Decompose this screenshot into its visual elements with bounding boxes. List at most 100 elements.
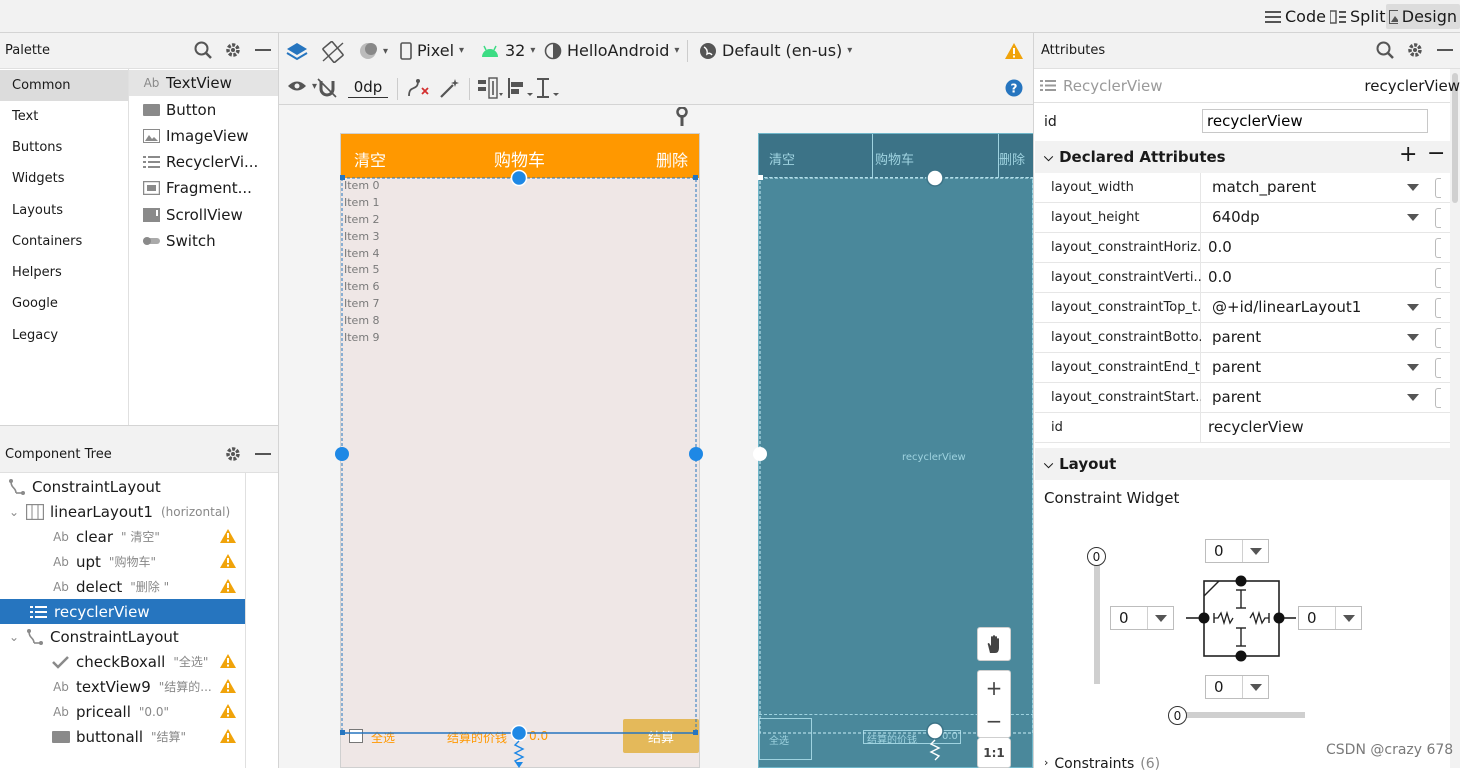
- tree-node-textview9[interactable]: Ab textView9 "结算的...: [0, 674, 245, 699]
- minimize-icon[interactable]: [1436, 41, 1454, 59]
- device-dropdown[interactable]: Pixel ▾: [400, 41, 464, 60]
- zoom-actual-size-button[interactable]: 1:1: [977, 738, 1011, 768]
- attr-row-constraint-start[interactable]: layout_constraintStart... parent: [1035, 383, 1450, 413]
- attr-value[interactable]: @+id/linearLayout1: [1212, 298, 1361, 316]
- search-icon[interactable]: [194, 41, 212, 59]
- chevron-down-icon[interactable]: [1407, 364, 1419, 371]
- attr-value[interactable]: 0.0: [1208, 238, 1232, 256]
- attr-row-vertical-bias[interactable]: layout_constraintVerti... 0.0: [1035, 263, 1450, 293]
- selection-overlay[interactable]: [335, 169, 706, 768]
- tree-node-linearlayout1[interactable]: ⌄ linearLayout1 (horizontal): [0, 499, 245, 524]
- resource-picker-icon[interactable]: [1435, 358, 1441, 378]
- view-options-button[interactable]: ▾: [287, 79, 317, 93]
- gear-icon[interactable]: [224, 41, 242, 59]
- clear-button[interactable]: 清空: [354, 147, 386, 171]
- magnet-off-icon[interactable]: [317, 78, 337, 98]
- tree-node-delect[interactable]: Ab delect "删除 ": [0, 574, 245, 599]
- zoom-in-button[interactable]: +: [986, 676, 1003, 700]
- add-attribute-button[interactable]: +: [1399, 142, 1417, 167]
- attributes-scrollbar[interactable]: [1450, 69, 1460, 768]
- magic-wand-icon[interactable]: [439, 77, 461, 99]
- theme-dropdown[interactable]: HelloAndroid ▾: [544, 41, 679, 60]
- margin-top-spinner[interactable]: 0: [1205, 539, 1269, 563]
- split-mode-button[interactable]: Split: [1327, 4, 1388, 29]
- tree-node-clear[interactable]: Ab clear " 清空": [0, 524, 245, 549]
- chevron-down-icon[interactable]: [1407, 304, 1419, 311]
- resource-picker-icon[interactable]: [1435, 178, 1441, 198]
- tree-node-priceall[interactable]: Ab priceall "0.0": [0, 699, 245, 724]
- palette-category-common[interactable]: Common: [0, 70, 128, 101]
- attr-row-horizontal-bias[interactable]: layout_constraintHoriz... 0.0: [1035, 233, 1450, 263]
- horizontal-bias-handle[interactable]: 0: [1168, 706, 1187, 725]
- warning-icon[interactable]: [219, 553, 237, 569]
- warning-icon[interactable]: [219, 728, 237, 744]
- resource-picker-icon[interactable]: [1435, 388, 1441, 408]
- palette-widget-button[interactable]: Button: [129, 97, 278, 123]
- chevron-down-icon[interactable]: [1407, 184, 1419, 191]
- resource-picker-icon[interactable]: [1435, 328, 1441, 348]
- splitter[interactable]: [0, 425, 278, 437]
- delete-button[interactable]: 删除: [656, 147, 688, 171]
- constraint-box-diagram[interactable]: [1186, 566, 1296, 676]
- tree-node-recyclerview[interactable]: recyclerView: [0, 599, 245, 624]
- attr-value[interactable]: 640dp: [1212, 208, 1260, 226]
- gear-icon[interactable]: [1406, 41, 1424, 59]
- api-dropdown[interactable]: 32 ▾: [480, 41, 535, 60]
- margin-bottom-spinner[interactable]: 0: [1205, 675, 1269, 699]
- attr-value[interactable]: parent: [1212, 328, 1261, 346]
- attr-row-layout-height[interactable]: layout_height 640dp: [1035, 203, 1450, 233]
- palette-widget-textview[interactable]: Ab TextView: [129, 70, 278, 96]
- help-icon[interactable]: ?: [1005, 79, 1023, 97]
- code-mode-button[interactable]: Code: [1262, 4, 1329, 29]
- horizontal-bias-slider[interactable]: [1180, 712, 1305, 718]
- warning-icon[interactable]: [219, 653, 237, 669]
- chevron-down-icon[interactable]: [1147, 607, 1173, 629]
- palette-category-containers[interactable]: Containers: [0, 226, 128, 257]
- resource-picker-icon[interactable]: [1435, 208, 1441, 228]
- palette-category-widgets[interactable]: Widgets: [0, 163, 128, 194]
- warning-icon[interactable]: [219, 578, 237, 594]
- design-mode-button[interactable]: Design: [1386, 4, 1460, 29]
- chevron-down-icon[interactable]: [1407, 214, 1419, 221]
- palette-category-google[interactable]: Google: [0, 288, 128, 319]
- chevron-down-icon[interactable]: ⌄: [8, 505, 20, 519]
- align-icon[interactable]: [507, 77, 533, 99]
- attr-row-constraint-bottom[interactable]: layout_constraintBotto... parent: [1035, 323, 1450, 353]
- guidelines-icon[interactable]: [536, 77, 562, 99]
- palette-widget-scrollview[interactable]: ScrollView: [129, 202, 278, 228]
- palette-category-layouts[interactable]: Layouts: [0, 195, 128, 226]
- attr-value[interactable]: parent: [1212, 388, 1261, 406]
- tree-node-constraintlayout-2[interactable]: ⌄ ConstraintLayout: [0, 624, 245, 649]
- default-margin-field[interactable]: 0dp: [348, 78, 388, 98]
- palette-category-text[interactable]: Text: [0, 101, 128, 132]
- chevron-down-icon[interactable]: [1407, 334, 1419, 341]
- declared-attributes-header[interactable]: ⌵ Declared Attributes + −: [1035, 141, 1450, 173]
- attr-row-constraint-end[interactable]: layout_constraintEnd_t... parent: [1035, 353, 1450, 383]
- palette-category-buttons[interactable]: Buttons: [0, 132, 128, 163]
- pack-icon[interactable]: [477, 77, 503, 99]
- vertical-bias-slider[interactable]: [1094, 560, 1100, 684]
- tree-node-constraintlayout[interactable]: ConstraintLayout: [0, 474, 245, 499]
- wrench-icon[interactable]: [674, 107, 690, 127]
- constraints-section-header[interactable]: › Constraints (6): [1044, 756, 1160, 772]
- warning-icon[interactable]: [1004, 42, 1024, 60]
- tree-node-upt[interactable]: Ab upt "购物车": [0, 549, 245, 574]
- layers-icon[interactable]: [286, 41, 308, 63]
- warning-icon[interactable]: [219, 703, 237, 719]
- chevron-down-icon[interactable]: ⌄: [8, 630, 20, 644]
- warning-icon[interactable]: [219, 678, 237, 694]
- night-mode-dropdown[interactable]: ▾: [358, 41, 388, 61]
- resource-picker-icon[interactable]: [1435, 238, 1441, 258]
- attr-value[interactable]: 0.0: [1208, 268, 1232, 286]
- warning-icon[interactable]: [219, 528, 237, 544]
- minimize-icon[interactable]: [254, 41, 272, 59]
- attr-row-constraint-top[interactable]: layout_constraintTop_t... @+id/linearLay…: [1035, 293, 1450, 323]
- chevron-down-icon[interactable]: [1242, 540, 1268, 562]
- gear-icon[interactable]: [224, 445, 242, 463]
- chevron-down-icon[interactable]: [1335, 607, 1361, 629]
- tree-node-checkboxall[interactable]: checkBoxall "全选": [0, 649, 245, 674]
- attr-row-layout-width[interactable]: layout_width match_parent: [1035, 173, 1450, 203]
- pan-button[interactable]: [977, 627, 1011, 661]
- tree-node-buttonall[interactable]: buttonall "结算": [0, 724, 245, 749]
- attr-row-id[interactable]: id recyclerView: [1035, 413, 1450, 443]
